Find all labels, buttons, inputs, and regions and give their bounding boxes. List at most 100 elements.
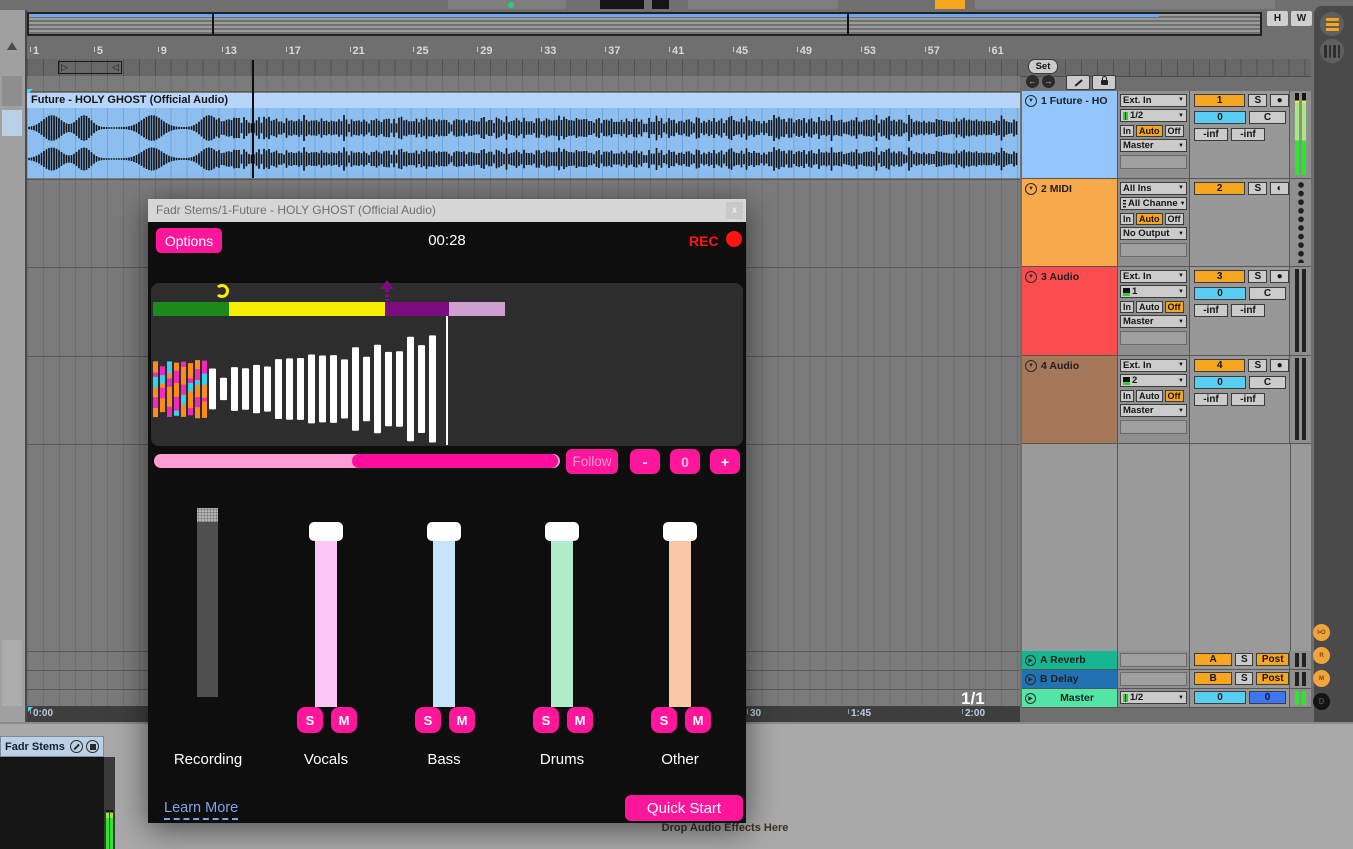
peak-level-right[interactable]: -inf — [1231, 393, 1265, 406]
input-channel-select[interactable]: 2▼ — [1120, 374, 1187, 387]
monitor-auto[interactable]: Auto — [1136, 125, 1163, 137]
input-channel-select[interactable]: All Channe▼ — [1120, 197, 1187, 210]
device-slot[interactable] — [1120, 653, 1187, 667]
solo-button[interactable]: S — [1235, 672, 1253, 685]
learn-more-link[interactable]: Learn More — [164, 800, 238, 820]
record-indicator[interactable] — [726, 231, 742, 247]
monitor-off[interactable]: Off — [1165, 125, 1184, 137]
hot-swap-icon[interactable] — [70, 740, 83, 753]
track-number-badge[interactable]: 2 — [1194, 182, 1245, 195]
track-delay-box[interactable] — [1120, 420, 1187, 434]
loop-end-marker[interactable]: ◁ — [112, 61, 119, 73]
track-header-1[interactable]: ▼ 1 Future - HO Ext. In▼ 1/2▼ In Auto Of… — [1022, 91, 1311, 179]
track-number-badge[interactable]: 1 — [1194, 94, 1245, 107]
set-button[interactable]: Set — [1028, 59, 1058, 74]
arrangement-overview[interactable] — [27, 12, 1262, 36]
cue-out-select[interactable]: 1/2▼ — [1120, 691, 1187, 704]
solo-button[interactable]: S — [1235, 653, 1253, 666]
hamburger-menu-icon[interactable] — [1320, 12, 1344, 36]
drums-slider-handle[interactable] — [545, 522, 579, 541]
monitor-off[interactable]: Off — [1165, 301, 1184, 313]
save-preset-icon[interactable] — [86, 740, 99, 753]
lock-envelopes-button[interactable] — [1092, 75, 1116, 90]
browser-collapse-strip[interactable] — [0, 10, 27, 722]
input-type-select[interactable]: Ext. In▼ — [1120, 359, 1187, 372]
master-cue-field[interactable]: 0 — [1249, 691, 1286, 704]
monitor-auto[interactable]: Auto — [1136, 301, 1163, 313]
other-solo-button[interactable]: S — [651, 707, 677, 733]
bass-mute-button[interactable]: M — [449, 707, 475, 733]
post-toggle[interactable]: Post — [1256, 653, 1289, 666]
vocals-slider[interactable] — [315, 539, 337, 707]
track-name-cell[interactable]: ▶ Master — [1022, 689, 1118, 707]
plugin-playhead[interactable] — [446, 316, 448, 445]
track-name-cell[interactable]: ▼ 4 Audio — [1022, 356, 1118, 443]
mixer-section-toggle[interactable]: M — [1313, 670, 1330, 687]
master-track[interactable]: ▶ Master 1/2▼ 0 0 — [1022, 689, 1311, 708]
arm-button[interactable]: ● — [1270, 359, 1289, 372]
track-delay-box[interactable] — [1120, 331, 1187, 345]
other-slider[interactable] — [669, 539, 691, 707]
bass-solo-button[interactable]: S — [415, 707, 441, 733]
master-volume-field[interactable]: 0 — [1194, 691, 1246, 704]
peak-level-right[interactable]: -inf — [1231, 304, 1265, 317]
monitor-in[interactable]: In — [1120, 390, 1134, 402]
track-header-3[interactable]: ▼ 3 Audio Ext. In▼ 1▼ In Auto Off Master… — [1022, 267, 1311, 356]
monitor-auto[interactable]: Auto — [1136, 213, 1163, 225]
track-header-4[interactable]: ▼ 4 Audio Ext. In▼ 2▼ In Auto Off Master… — [1022, 356, 1311, 444]
solo-button[interactable]: S — [1248, 270, 1267, 283]
return-track-b[interactable]: ▶ B Delay B S Post — [1022, 670, 1311, 689]
volume-field[interactable]: 0 — [1194, 111, 1246, 124]
output-select[interactable]: Master▼ — [1120, 315, 1187, 328]
delay-section-toggle[interactable]: D — [1313, 693, 1330, 710]
mixer-panel-icon[interactable] — [1320, 39, 1344, 63]
drums-solo-button[interactable]: S — [533, 707, 559, 733]
clip-waveform[interactable] — [27, 108, 1020, 178]
return-badge[interactable]: B — [1194, 672, 1232, 685]
output-select[interactable]: No Output▼ — [1120, 227, 1187, 240]
monitor-in[interactable]: In — [1120, 125, 1134, 137]
returns-section-toggle[interactable]: R — [1313, 647, 1330, 664]
input-type-select[interactable]: Ext. In▼ — [1120, 94, 1187, 107]
output-select[interactable]: Master▼ — [1120, 404, 1187, 417]
overview-view-bracket[interactable] — [847, 14, 849, 34]
vocals-solo-button[interactable]: S — [297, 707, 323, 733]
solo-button[interactable]: S — [1248, 359, 1267, 372]
midi-arm-button[interactable]: ◐ — [1270, 182, 1289, 195]
width-zoom-button[interactable]: W — [1291, 11, 1312, 26]
monitor-in[interactable]: In — [1120, 213, 1134, 225]
device-slot[interactable] — [1120, 672, 1187, 686]
solo-button[interactable]: S — [1248, 94, 1267, 107]
counter-value[interactable]: 0 — [670, 449, 700, 474]
monitor-in[interactable]: In — [1120, 301, 1134, 313]
peak-level-left[interactable]: -inf — [1194, 393, 1228, 406]
volume-field[interactable]: 0 — [1194, 376, 1246, 389]
input-channel-select[interactable]: 1/2▼ — [1120, 109, 1187, 122]
vocals-slider-handle[interactable] — [309, 522, 343, 541]
recording-level-slider[interactable] — [197, 508, 218, 697]
track-delay-box[interactable] — [1120, 243, 1187, 257]
next-marker-button[interactable]: → — [1042, 75, 1055, 88]
empty-track-drop-zone[interactable] — [1022, 444, 1311, 651]
drums-mute-button[interactable]: M — [567, 707, 593, 733]
draw-mode-button[interactable] — [1066, 75, 1090, 90]
bass-slider-handle[interactable] — [427, 522, 461, 541]
track-fold-icon[interactable]: ▼ — [1025, 360, 1037, 372]
io-section-toggle[interactable]: I•O — [1313, 624, 1330, 641]
monitor-off[interactable]: Off — [1165, 390, 1184, 402]
track-name-cell[interactable]: ▼ 1 Future - HO — [1022, 91, 1118, 178]
vocals-mute-button[interactable]: M — [331, 707, 357, 733]
track-name-cell[interactable]: ▶ A Reverb — [1022, 651, 1118, 669]
quick-start-button[interactable]: Quick Start — [625, 795, 743, 821]
loop-start-marker[interactable]: ▷ — [61, 61, 68, 73]
track-number-badge[interactable]: 4 — [1194, 359, 1245, 372]
prev-marker-button[interactable]: ← — [1026, 75, 1039, 88]
solo-button[interactable]: S — [1248, 182, 1267, 195]
follow-button[interactable]: Follow — [566, 449, 618, 474]
bass-slider[interactable] — [433, 539, 455, 707]
plugin-window-title[interactable]: Fadr Stems/1-Future - HOLY GHOST (Offici… — [148, 199, 746, 222]
close-button[interactable]: x — [726, 202, 743, 219]
pan-field[interactable]: C — [1249, 111, 1286, 124]
monitor-off[interactable]: Off — [1165, 213, 1184, 225]
decrement-button[interactable]: - — [630, 449, 660, 474]
